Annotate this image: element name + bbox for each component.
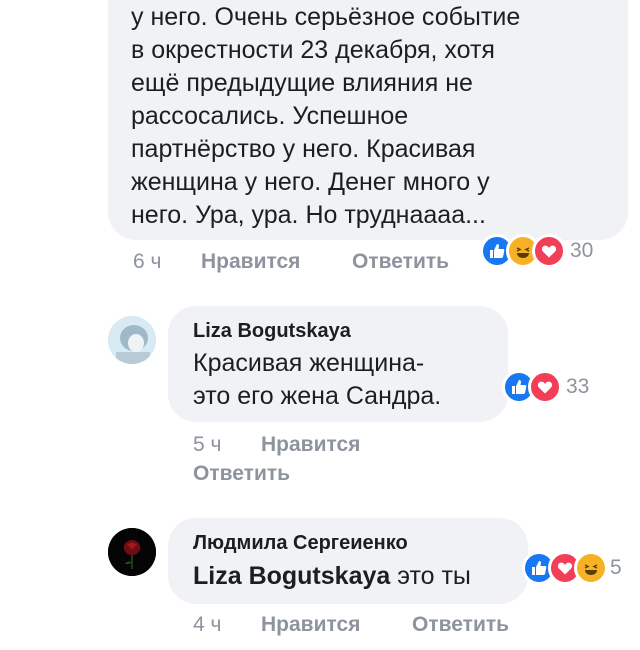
reaction-count: 30 [570,239,594,262]
reaction-count: 33 [566,375,590,398]
mention-link[interactable]: Liza Bogutskaya [193,562,390,590]
comment-line: рассосались. Успешное [131,102,409,130]
like-button[interactable]: Нравится [261,433,360,457]
comment-line: у него. Очень серьёзное событие [131,3,521,31]
avatar[interactable] [108,316,156,364]
reaction-summary[interactable]: 5 [522,551,622,585]
comment-author[interactable]: Людмила Сергеиенко [193,532,408,555]
comment-text: Красивая женщина- это его жена Сандра. [193,347,441,413]
reaction-count: 5 [610,556,622,579]
reaction-summary[interactable]: 30 [480,234,593,268]
comment-time[interactable]: 5 ч [193,433,221,457]
comment-time[interactable]: 4 ч [193,613,221,637]
comment-line: партнёрство у него. Красивая [131,135,476,163]
comment-author[interactable]: Liza Bogutskaya [193,320,351,343]
like-button[interactable]: Нравится [261,613,360,637]
reply-button[interactable]: Ответить [352,250,449,274]
comment-text: Liza Bogutskaya это ты [193,560,471,593]
reply-button[interactable]: Ответить [412,613,509,637]
comment-line: Красивая женщина- [193,349,425,377]
comment-text: у него. Очень серьёзное событие в окрест… [131,1,631,232]
comment-body: это ты [397,562,471,590]
love-icon [532,234,566,268]
avatar[interactable] [108,528,156,576]
reply-button[interactable]: Ответить [193,462,290,486]
comment-line: ещё предыдущие влияния не [131,69,473,97]
love-icon [528,370,562,404]
reaction-summary[interactable]: 33 [502,370,589,404]
comment-line: женщина у него. Денег много у [131,168,490,196]
comment-line: него. Ура, ура. Но труднаааа... [131,201,486,229]
like-button[interactable]: Нравится [201,250,300,274]
comment-line: это его жена Сандра. [193,382,442,410]
comment-line: в окрестности 23 декабря, хотя [131,36,495,64]
comment-time[interactable]: 6 ч [133,250,161,274]
haha-icon [574,551,608,585]
